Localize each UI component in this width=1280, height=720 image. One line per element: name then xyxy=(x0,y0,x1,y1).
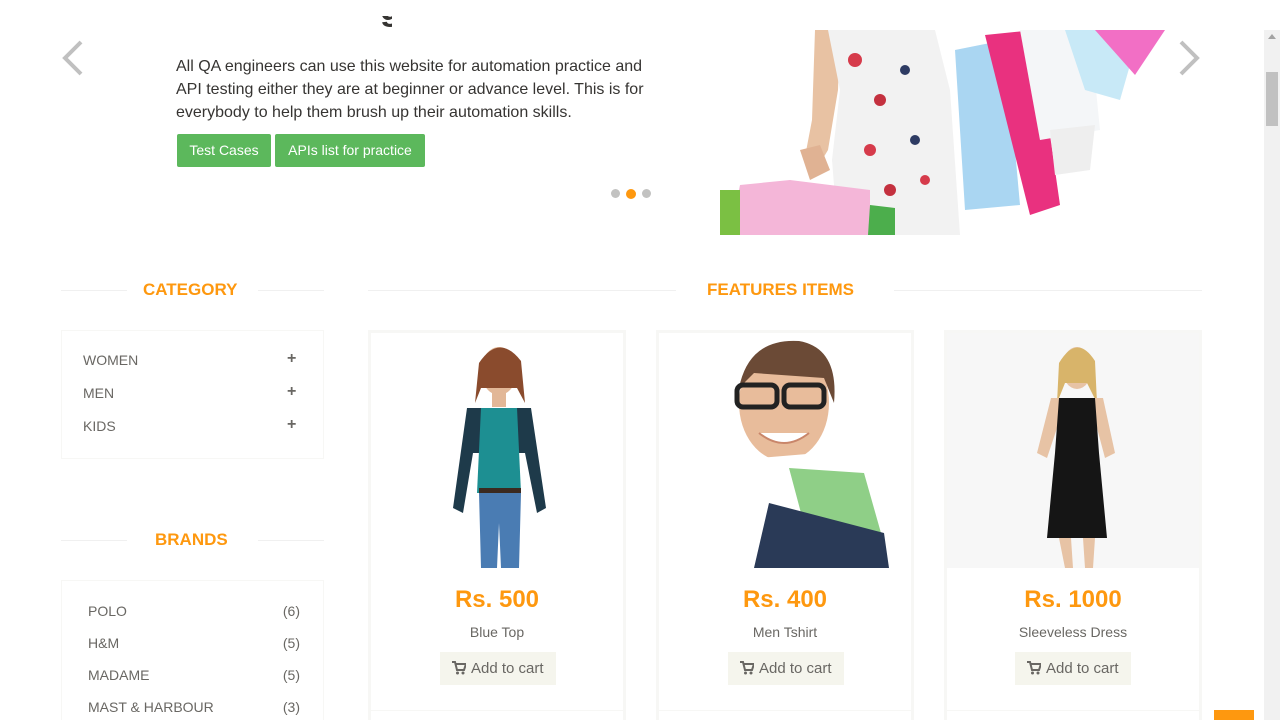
shopping-cart-icon xyxy=(1027,661,1041,675)
brand-item-polo[interactable]: Polo (6) xyxy=(88,603,300,619)
product-name: Men Tshirt xyxy=(752,624,818,640)
hero-shopping-girl-image xyxy=(720,30,1165,235)
brand-name: H&M xyxy=(88,635,120,651)
product-price: Rs. 1000 xyxy=(1024,586,1122,613)
product-image xyxy=(947,333,1199,568)
scrollbar-thumb[interactable] xyxy=(1266,72,1278,126)
brand-count: (5) xyxy=(282,667,300,683)
product-name: Sleeveless Dress xyxy=(1018,624,1128,640)
plus-icon[interactable]: + xyxy=(287,416,296,434)
test-cases-button[interactable]: Test Cases xyxy=(177,134,271,167)
category-title-rule-right xyxy=(258,290,324,291)
slider-prev-button[interactable] xyxy=(61,38,85,78)
card-divider xyxy=(947,710,1199,711)
product-name: Blue Top xyxy=(469,624,525,640)
add-to-cart-button[interactable]: Add to cart xyxy=(728,652,844,685)
brands-title-rule-right xyxy=(258,540,324,541)
product-price: Rs. 500 xyxy=(454,586,540,613)
features-title: Features Items xyxy=(707,280,855,299)
slide-heading-fragment: g xyxy=(380,16,392,32)
product-image xyxy=(371,333,623,568)
add-to-cart-button[interactable]: Add to cart xyxy=(1015,652,1131,685)
brand-item-madame[interactable]: Madame (5) xyxy=(88,667,300,683)
product-image xyxy=(659,333,911,568)
product-card-men-tshirt: Rs. 400 Men Tshirt Add to cart xyxy=(656,330,914,720)
plus-icon[interactable]: + xyxy=(287,383,296,401)
scroll-up-arrow-icon[interactable] xyxy=(1268,34,1276,39)
brands-title: Brands xyxy=(155,530,228,549)
hero-slider: g All QA engineers can use this website … xyxy=(0,0,1264,240)
category-item-men[interactable]: Men xyxy=(83,385,114,401)
category-panel: Women + Men + Kids + xyxy=(61,330,324,459)
brand-item-hm[interactable]: H&M (5) xyxy=(88,635,300,651)
features-title-rule-right xyxy=(894,290,1202,291)
category-item-women[interactable]: Women xyxy=(83,352,138,368)
apis-list-button[interactable]: APIs list for practice xyxy=(275,134,425,167)
category-title-rule-left xyxy=(61,290,127,291)
slider-dot[interactable] xyxy=(642,189,651,198)
category-title: Category xyxy=(143,280,238,299)
brand-name: Polo xyxy=(88,603,127,619)
chevron-left-icon xyxy=(62,40,83,76)
product-price: Rs. 400 xyxy=(742,586,828,613)
card-divider xyxy=(371,710,623,711)
shopping-cart-icon xyxy=(452,661,466,675)
chevron-right-icon xyxy=(1179,40,1200,76)
brand-count: (3) xyxy=(282,699,300,715)
brand-count: (6) xyxy=(282,603,300,619)
add-to-cart-label: Add to cart xyxy=(1046,660,1119,677)
product-card-sleeveless-dress: Rs. 1000 Sleeveless Dress Add to cart xyxy=(944,330,1202,720)
slider-indicators xyxy=(611,188,651,199)
slide-description: All QA engineers can use this website fo… xyxy=(176,58,644,121)
add-to-cart-label: Add to cart xyxy=(471,660,544,677)
features-title-rule-left xyxy=(368,290,676,291)
brands-panel: Polo (6) H&M (5) Madame (5) Mast & Harbo… xyxy=(61,580,324,720)
brands-title-rule-left xyxy=(61,540,127,541)
slider-dot-active[interactable] xyxy=(626,188,636,199)
brand-item-mast-harbour[interactable]: Mast & Harbour (3) xyxy=(88,699,300,715)
product-card-blue-top: Rs. 500 Blue Top Add to cart xyxy=(368,330,626,720)
slider-dot[interactable] xyxy=(611,189,620,198)
brand-name: Mast & Harbour xyxy=(88,699,214,715)
brand-count: (5) xyxy=(282,635,300,651)
add-to-cart-label: Add to cart xyxy=(759,660,832,677)
slider-next-button[interactable] xyxy=(1177,38,1201,78)
brand-name: Madame xyxy=(88,667,150,683)
shopping-cart-icon xyxy=(740,661,754,675)
page-scrollbar[interactable] xyxy=(1264,30,1280,720)
category-item-kids[interactable]: Kids xyxy=(83,418,116,434)
add-to-cart-button[interactable]: Add to cart xyxy=(440,652,556,685)
plus-icon[interactable]: + xyxy=(287,350,296,368)
card-divider xyxy=(659,710,911,711)
scroll-to-top-button[interactable] xyxy=(1214,710,1254,720)
